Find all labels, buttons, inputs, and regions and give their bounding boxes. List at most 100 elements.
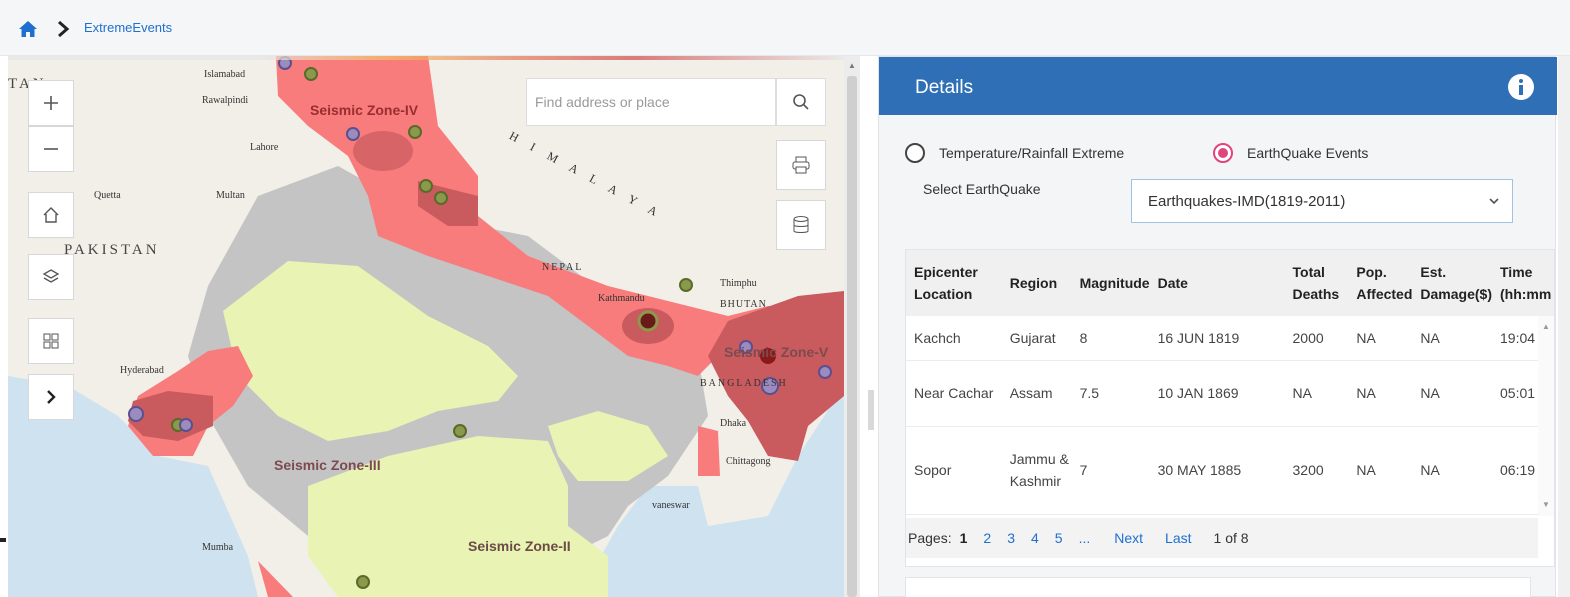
details-panel: Details Temperature/Rainfall Extreme Ear… — [878, 56, 1557, 597]
map-label-bangladesh: BANGLADESH — [700, 378, 788, 389]
epicenter-marker — [304, 67, 318, 81]
epicenter-marker — [637, 310, 659, 332]
printer-icon — [792, 156, 810, 174]
table-row[interactable]: Sopor Jammu & Kashmir 7 30 MAY 1885 3200… — [906, 426, 1554, 514]
table-cell: 3200 — [1292, 462, 1324, 478]
zone-label-ii: Seismic Zone-II — [468, 538, 571, 554]
earthquake-table: Epicenter Location Region Magnitude Date… — [906, 250, 1554, 515]
zone-label-iv: Seismic Zone-IV — [310, 102, 419, 118]
home-icon[interactable] — [18, 20, 38, 38]
select-earthquake-label: Select EarthQuake — [923, 181, 1041, 197]
details-title: Details — [915, 77, 974, 98]
map-label-lahore: Lahore — [250, 142, 279, 153]
map-label-pakistan: PAKISTAN — [64, 242, 160, 258]
chevron-right-icon — [47, 390, 56, 404]
page-ellipsis[interactable]: ... — [1079, 530, 1091, 546]
table-cell: NA — [1420, 385, 1440, 401]
zone-label-iii: Seismic Zone-III — [274, 457, 381, 473]
map-label-thimphu: Thimphu — [720, 278, 757, 289]
edge-marker — [0, 538, 6, 542]
pagination: Pages: 1 2 3 4 5 ... Next Last 1 of 8 — [906, 518, 1538, 558]
epicenter-marker — [453, 424, 467, 438]
last-page-link[interactable]: Last — [1165, 530, 1191, 546]
table-cell: Gujarat — [1009, 329, 1056, 346]
pagination-label: Pages: — [908, 530, 952, 546]
column-header[interactable]: Region — [1002, 250, 1072, 316]
column-header[interactable]: Time (hh:mm — [1492, 250, 1554, 316]
epicenter-marker — [419, 179, 433, 193]
split-divider-handle[interactable] — [868, 390, 874, 430]
column-header[interactable]: Est. Damage($) — [1412, 250, 1492, 316]
epicenter-marker — [128, 406, 144, 422]
table-cell: 7.5 — [1079, 385, 1100, 401]
minus-icon — [44, 148, 58, 150]
secondary-panel — [905, 577, 1531, 597]
epicenter-marker — [346, 127, 360, 141]
epicenter-marker — [818, 365, 832, 379]
page-5[interactable]: 5 — [1055, 530, 1063, 546]
page-1[interactable]: 1 — [960, 530, 968, 546]
details-header: Details — [879, 57, 1557, 115]
radio-temperature-rainfall[interactable]: Temperature/Rainfall Extreme — [905, 143, 1124, 163]
search-input[interactable] — [535, 89, 767, 115]
expand-panel-button[interactable] — [28, 374, 74, 420]
epicenter-marker — [434, 191, 448, 205]
earthquake-select[interactable]: Earthquakes-IMD(1819-2011) — [1131, 179, 1513, 223]
column-header[interactable]: Pop. Affected — [1348, 250, 1412, 316]
radio-button-temperature[interactable] — [905, 143, 925, 163]
scroll-up-arrow-icon[interactable]: ▲ — [848, 62, 856, 70]
table-cell: NA — [1356, 462, 1376, 478]
map-label-kathmandu: Kathmandu — [598, 293, 645, 304]
column-header[interactable]: Magnitude — [1072, 250, 1150, 316]
map-scrollbar[interactable]: ▲ — [844, 56, 860, 597]
column-header[interactable]: Total Deaths — [1285, 250, 1349, 316]
zoom-in-button[interactable] — [28, 80, 74, 126]
page-4[interactable]: 4 — [1031, 530, 1039, 546]
radio-button-earthquake[interactable] — [1213, 143, 1233, 163]
home-outline-icon — [43, 207, 59, 223]
table-row[interactable]: Kachch Gujarat 8 16 JUN 1819 2000 NA NA … — [906, 316, 1554, 360]
table-scrollbar[interactable]: ▲ ▼ — [1538, 316, 1554, 516]
map-view[interactable]: TAN Islamabad Rawalpindi Lahore Quetta M… — [8, 56, 844, 597]
column-header[interactable]: Date — [1150, 250, 1285, 316]
breadcrumb: ExtremeEvents — [0, 0, 1570, 56]
next-page-link[interactable]: Next — [1114, 530, 1143, 546]
plus-icon — [44, 96, 58, 110]
breadcrumb-link-extremeevents[interactable]: ExtremeEvents — [84, 20, 172, 35]
home-extent-button[interactable] — [28, 192, 74, 238]
app-root: ExtremeEvents Islamabad Rawalpindi Lahor… — [0, 0, 1570, 597]
map-canvas[interactable] — [8, 56, 844, 597]
map-label-rawalpindi: Rawalpindi — [202, 95, 249, 106]
grid-icon — [43, 333, 59, 349]
layers-button[interactable] — [28, 254, 74, 300]
radio-label-temperature: Temperature/Rainfall Extreme — [939, 145, 1125, 161]
basemap-gallery-button[interactable] — [28, 318, 74, 364]
zoom-out-button[interactable] — [28, 126, 74, 172]
search-box — [526, 78, 776, 126]
table-cell: NA — [1356, 385, 1376, 401]
layers-icon — [42, 269, 60, 283]
page-2[interactable]: 2 — [983, 530, 991, 546]
search-icon — [793, 94, 809, 110]
table-cell: Assam — [1009, 385, 1053, 401]
radio-earthquake-events[interactable]: EarthQuake Events — [1213, 143, 1368, 163]
table-cell: 7 — [1079, 462, 1088, 478]
table-row[interactable]: Near Cachar Assam 7.5 10 JAN 1869 NA NA … — [906, 360, 1554, 426]
table-scroll-down-icon[interactable]: ▼ — [1542, 500, 1550, 509]
print-button[interactable] — [776, 140, 826, 190]
table-scroll-up-icon[interactable]: ▲ — [1542, 322, 1550, 331]
map-label-chittagong: Chittagong — [726, 456, 771, 467]
data-layers-button[interactable] — [776, 200, 826, 250]
chevron-right-icon — [58, 20, 70, 38]
table-cell: NA — [1356, 329, 1376, 346]
column-header[interactable]: Epicenter Location — [906, 250, 1002, 316]
map-label-islamabad: Islamabad — [204, 69, 246, 80]
page-3[interactable]: 3 — [1007, 530, 1015, 546]
table-cell: Jammu & Kashmir — [1009, 451, 1069, 489]
table-cell: 10 JAN 1869 — [1157, 385, 1239, 401]
page-scrollbar[interactable] — [1558, 56, 1570, 597]
table-header-row: Epicenter Location Region Magnitude Date… — [906, 250, 1554, 316]
search-button[interactable] — [776, 78, 826, 126]
info-icon[interactable] — [1507, 73, 1535, 101]
map-scrollbar-thumb[interactable] — [847, 76, 857, 597]
